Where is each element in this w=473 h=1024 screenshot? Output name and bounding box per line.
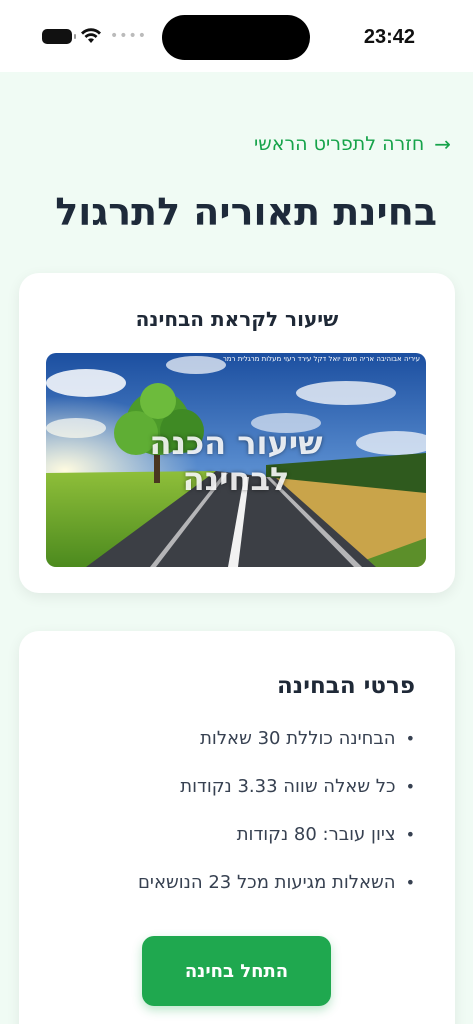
status-icons: •••• [42, 28, 147, 44]
list-item: • הבחינה כוללת 30 שאלות [138, 727, 415, 775]
detail-text: ציון עובר: 80 נקודות [236, 824, 396, 845]
bullet-icon: • [405, 873, 415, 892]
detail-text: הבחינה כוללת 30 שאלות [200, 728, 396, 749]
page-title: בחינת תאוריה לתרגול [55, 190, 437, 234]
image-caption: שיעור הכנה לבחינה [46, 425, 426, 497]
start-exam-button[interactable]: התחל בחינה [142, 936, 331, 1006]
lesson-card: שיעור לקראת הבחינה עיריה אבוהיבה אריה מש… [19, 273, 455, 593]
image-caption-line1: שיעור הכנה [149, 424, 323, 462]
bullet-icon: • [405, 825, 415, 844]
image-credits-line: עיריה אבוהיבה אריה משה יואל דקל עירד רעו… [222, 355, 420, 363]
status-time: 23:42 [363, 26, 415, 48]
exam-details-title: פרטי הבחינה [277, 673, 415, 699]
exam-details-list: • הבחינה כוללת 30 שאלות • כל שאלה שווה 3.3… [138, 727, 415, 919]
lesson-card-title: שיעור לקראת הבחינה [135, 307, 339, 331]
detail-text: השאלות מגיעות מכל 23 הנושאים [137, 872, 396, 893]
signal-dots: •••• [110, 28, 148, 44]
lesson-video-thumbnail[interactable]: עיריה אבוהיבה אריה משה יואל דקל עירד רעו… [46, 353, 426, 567]
arrow-right-icon: → [434, 132, 451, 156]
bullet-icon: • [405, 777, 415, 796]
main-content: → חזרה לתפריט הראשי בחינת תאוריה לתרגול … [0, 72, 473, 1024]
list-item: • כל שאלה שווה 3.33 נקודות [138, 775, 415, 823]
list-item: • השאלות מגיעות מכל 23 הנושאים [138, 871, 415, 919]
back-link-label: חזרה לתפריט הראשי [254, 133, 425, 155]
list-item: • ציון עובר: 80 נקודות [138, 823, 415, 871]
wifi-icon [80, 28, 102, 44]
status-bar: •••• 23:42 [0, 0, 473, 72]
image-caption-line2: לבחינה [182, 460, 290, 498]
dynamic-island [162, 15, 310, 60]
battery-icon [42, 28, 76, 44]
exam-details-card: פרטי הבחינה • הבחינה כוללת 30 שאלות • כל ש… [19, 631, 455, 1024]
bullet-icon: • [405, 729, 415, 748]
detail-text: כל שאלה שווה 3.33 נקודות [180, 776, 396, 797]
back-to-main-menu-link[interactable]: → חזרה לתפריט הראשי [254, 132, 451, 156]
